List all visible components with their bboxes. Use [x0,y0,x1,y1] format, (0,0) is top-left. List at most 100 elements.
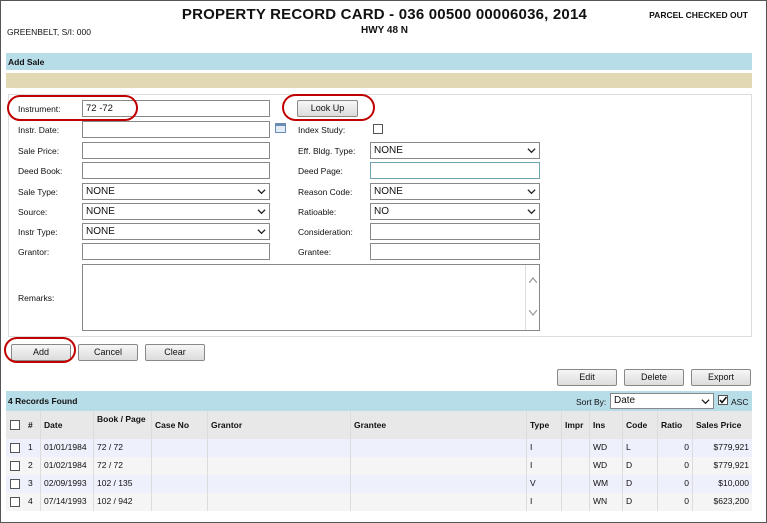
instrument-highlight [7,95,138,121]
cell-case-no [152,439,158,457]
cell-case-no [152,475,158,493]
lookup-highlight [282,94,375,121]
reason-code-label: Reason Code: [298,187,353,197]
table-header: # Date Book / Page Case No Grantor Grant… [6,411,752,439]
delete-button[interactable]: Delete [624,369,684,386]
cell-code: D [626,478,633,488]
road-label: HWY 48 N [360,25,409,36]
deed-book-input[interactable] [82,162,270,179]
cell-type: I [530,460,533,470]
calendar-icon[interactable] [275,123,286,133]
instr-type-label: Instr Type: [18,227,58,237]
cell-date: 02/09/1993 [44,478,87,488]
reason-code-select[interactable]: NONE [370,183,540,200]
cancel-button[interactable]: Cancel [78,344,138,361]
edit-button[interactable]: Edit [557,369,617,386]
cell-book-page: 72 / 72 [97,442,123,452]
asc-checkbox[interactable] [718,395,728,405]
cell-date: 01/01/1984 [44,442,87,452]
cell-grantee [351,475,357,493]
row-checkbox[interactable] [10,479,20,489]
sale-type-value: NONE [86,186,115,197]
clear-button[interactable]: Clear [145,344,205,361]
cell-num: 3 [28,478,33,488]
cell-sales-price: $623,200 [713,496,749,506]
reason-code-value: NONE [374,186,403,197]
source-label: Source: [18,207,48,217]
export-button[interactable]: Export [691,369,751,386]
grantor-label: Grantor: [18,247,50,257]
cell-ins: WD [593,460,608,470]
source-select[interactable]: NONE [82,203,270,220]
consideration-input[interactable] [370,223,540,240]
col-book-page[interactable]: Book / Page [94,411,149,439]
cell-book-page: 102 / 942 [97,496,133,506]
deed-book-label: Deed Book: [18,166,63,176]
cell-ratio: 0 [684,442,689,452]
sale-price-input[interactable] [82,142,270,159]
cell-grantee [351,457,357,475]
remarks-textarea[interactable] [82,264,540,331]
chevron-down-icon [257,209,266,215]
deed-page-input[interactable] [370,162,540,179]
table-row[interactable]: 2 01/02/1984 72 / 72 I WD D 0 $779,921 [6,457,752,475]
index-study-checkbox[interactable] [373,124,383,134]
chevron-down-icon [257,229,266,235]
consideration-label: Consideration: [298,227,353,237]
sort-by-select[interactable]: Date [610,393,714,409]
cell-grantee [351,439,357,457]
cell-ratio: 0 [684,478,689,488]
grantor-input[interactable] [82,243,270,260]
cell-impr [562,457,568,475]
row-checkbox[interactable] [10,497,20,507]
cell-impr [562,493,568,511]
table-row[interactable]: 1 01/01/1984 72 / 72 I WD L 0 $779,921 [6,439,752,457]
cell-type: V [530,478,536,488]
index-study-label: Index Study: [298,125,346,135]
tan-divider-bar [6,73,752,88]
table-row[interactable]: 4 07/14/1993 102 / 942 I WN D 0 $623,200 [6,493,752,511]
scroll-up-icon[interactable] [529,277,537,283]
remarks-scrollbar[interactable] [525,265,539,330]
cell-grantor [208,493,214,511]
sale-type-label: Sale Type: [18,187,59,197]
asc-label: ASC [731,397,749,407]
row-checkbox[interactable] [10,443,20,453]
cell-grantor [208,475,214,493]
cell-type: I [530,442,533,452]
deed-page-label: Deed Page: [298,166,343,176]
chevron-down-icon [701,399,710,405]
scroll-down-icon[interactable] [529,310,537,316]
cell-code: L [626,442,631,452]
chevron-down-icon [527,209,536,215]
instr-type-value: NONE [86,226,115,237]
cell-code: D [626,496,633,506]
cell-ins: WM [593,478,609,488]
cell-num: 4 [28,496,33,506]
sale-type-select[interactable]: NONE [82,183,270,200]
grantee-input[interactable] [370,243,540,260]
eff-bldg-type-select[interactable]: NONE [370,142,540,159]
instr-date-input[interactable] [82,121,270,138]
eff-bldg-type-label: Eff. Bldg. Type: [298,146,356,156]
cell-date: 07/14/1993 [44,496,87,506]
cell-num: 2 [28,460,33,470]
ratioable-select[interactable]: NO [370,203,540,220]
cell-sales-price: $10,000 [718,478,749,488]
cell-grantee [351,493,357,511]
instr-type-select[interactable]: NONE [82,223,270,240]
row-checkbox[interactable] [10,461,20,471]
add-sale-header: Add Sale [6,53,752,70]
table-row[interactable]: 3 02/09/1993 102 / 135 V WM D 0 $10,000 [6,475,752,493]
cell-grantor [208,439,214,457]
window-frame: PROPERTY RECORD CARD - 036 00500 0000603… [0,0,767,523]
cell-case-no [152,493,158,511]
cell-ratio: 0 [684,496,689,506]
checkout-status: PARCEL CHECKED OUT [649,10,748,20]
cell-grantor [208,457,214,475]
eff-bldg-type-value: NONE [374,145,403,156]
select-all-checkbox[interactable] [10,420,20,430]
grantee-label: Grantee: [298,247,332,257]
chevron-down-icon [527,148,536,154]
records-count: 4 Records Found [8,396,78,406]
